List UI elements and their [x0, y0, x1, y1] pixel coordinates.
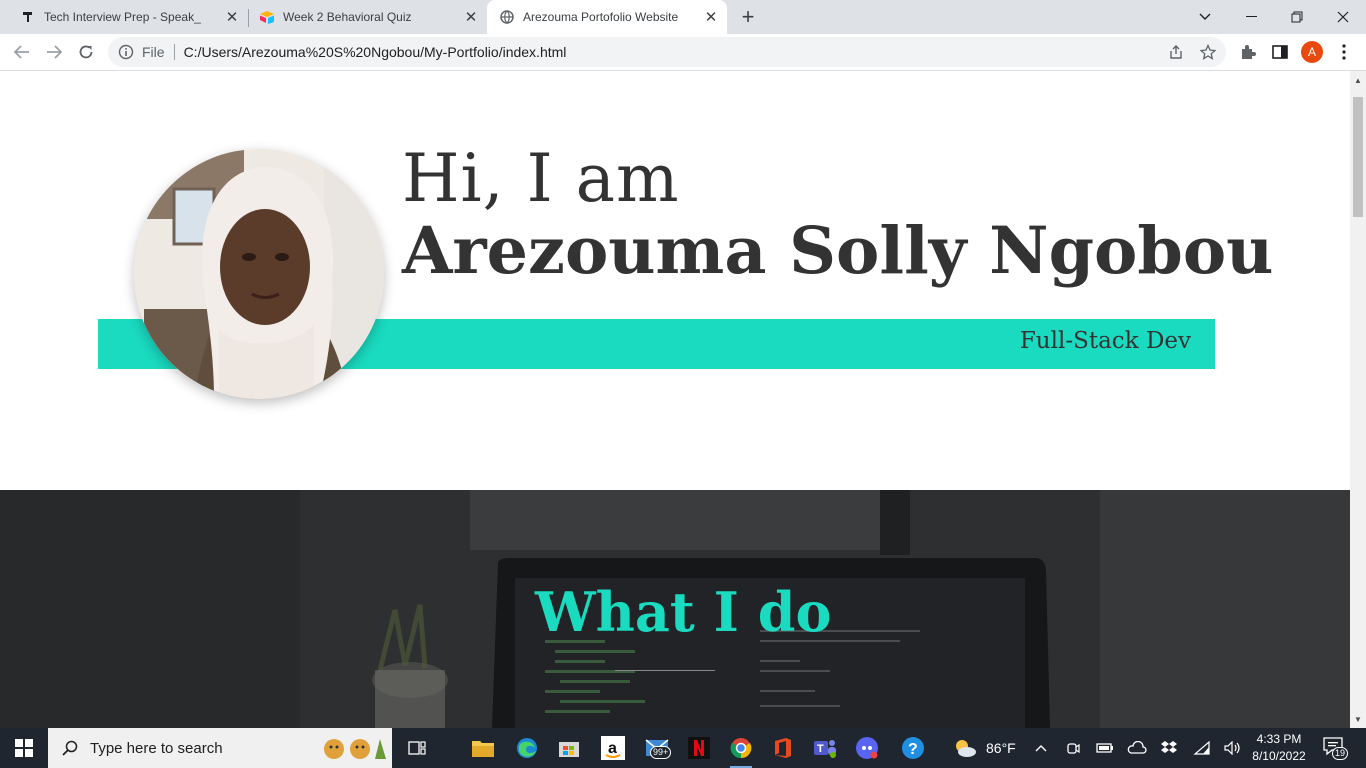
meet-now-icon[interactable]: [1063, 738, 1083, 758]
section-divider: [615, 670, 715, 671]
page-viewport: Full-Stack Dev Hi, I am Arezouma Solly N…: [0, 71, 1350, 728]
tab-title: Tech Interview Prep - Speak_: [44, 10, 201, 24]
chrome-icon[interactable]: [726, 734, 756, 768]
forward-button[interactable]: [40, 38, 68, 66]
edge-icon[interactable]: [512, 734, 542, 762]
scroll-up-arrow[interactable]: ▲: [1350, 73, 1366, 87]
search-icon: [62, 740, 78, 756]
share-icon[interactable]: [1167, 43, 1185, 61]
notification-center-icon[interactable]: 19: [1322, 736, 1349, 760]
hammer-icon: [20, 9, 36, 25]
scroll-down-arrow[interactable]: ▼: [1350, 712, 1366, 726]
notification-count-badge: 19: [1332, 747, 1349, 760]
search-highlight-icon[interactable]: [320, 734, 388, 762]
dropbox-icon[interactable]: [1159, 738, 1179, 758]
profile-avatar[interactable]: A: [1301, 41, 1323, 63]
weather-widget[interactable]: 86°F: [952, 728, 1016, 768]
page-scrollbar[interactable]: ▲ ▼: [1350, 71, 1366, 728]
microsoft-store-icon[interactable]: [554, 734, 584, 762]
office-icon[interactable]: [768, 734, 798, 762]
tab-tech-interview-prep[interactable]: Tech Interview Prep - Speak_ ✕: [0, 0, 248, 34]
partly-cloudy-icon: [952, 738, 978, 758]
tab-title: Week 2 Behavioral Quiz: [283, 10, 412, 24]
netflix-icon[interactable]: [684, 734, 714, 762]
windows-logo-icon: [15, 739, 33, 757]
close-tab-icon[interactable]: ✕: [222, 7, 242, 27]
scroll-thumb[interactable]: [1353, 97, 1363, 217]
menu-kebab-icon[interactable]: [1333, 41, 1355, 63]
search-placeholder: Type here to search: [90, 739, 223, 757]
wifi-icon[interactable]: [1192, 738, 1212, 758]
back-button[interactable]: [8, 38, 36, 66]
svg-text:T: T: [817, 743, 824, 755]
taskbar-search-box[interactable]: Type here to search: [48, 728, 392, 768]
minimize-button[interactable]: [1228, 0, 1274, 34]
tab-search-button[interactable]: [1182, 0, 1228, 34]
svg-text:?: ?: [908, 741, 918, 758]
browser-toolbar: File C:/Users/Arezouma%20S%20Ngobou/My-P…: [0, 34, 1366, 71]
side-panel-icon[interactable]: [1269, 41, 1291, 63]
section-title: What I do: [535, 580, 832, 644]
role-text: Full-Stack Dev: [1019, 328, 1191, 354]
divider: [173, 44, 175, 60]
address-bar[interactable]: File C:/Users/Arezouma%20S%20Ngobou/My-P…: [108, 37, 1226, 67]
extensions-icon[interactable]: [1237, 41, 1259, 63]
mail-icon[interactable]: 99+: [642, 734, 672, 762]
url-text[interactable]: C:/Users/Arezouma%20S%20Ngobou/My-Portfo…: [184, 44, 567, 60]
clock-time: 4:33 PM: [1256, 732, 1302, 746]
file-explorer-icon[interactable]: [468, 734, 498, 762]
airtable-icon: [259, 9, 275, 25]
profile-photo: [134, 149, 384, 399]
globe-icon: [499, 9, 515, 25]
reload-button[interactable]: [72, 38, 100, 66]
clock-date: 8/10/2022: [1252, 749, 1306, 763]
tab-week2-quiz[interactable]: Week 2 Behavioral Quiz ✕: [249, 0, 487, 34]
mail-badge: 99+: [650, 746, 672, 759]
onedrive-icon[interactable]: [1127, 738, 1147, 758]
bookmark-star-icon[interactable]: [1199, 43, 1217, 61]
svg-text:a: a: [608, 740, 617, 757]
tab-strip: Tech Interview Prep - Speak_ ✕ Week 2 Be…: [0, 0, 1366, 34]
greeting-heading: Hi, I am: [402, 140, 680, 217]
task-view-icon[interactable]: [402, 734, 432, 762]
volume-icon[interactable]: [1223, 738, 1243, 758]
amazon-icon[interactable]: a: [598, 734, 628, 762]
weather-temperature: 86°F: [986, 740, 1016, 756]
new-tab-button[interactable]: +: [736, 4, 760, 29]
name-heading: Arezouma Solly Ngobou: [402, 213, 1274, 289]
show-hidden-icons-chevron-up-icon[interactable]: [1031, 738, 1051, 758]
help-icon[interactable]: ?: [898, 734, 928, 762]
close-tab-icon[interactable]: ✕: [461, 7, 481, 27]
info-icon[interactable]: [118, 44, 134, 60]
close-window-button[interactable]: [1320, 0, 1366, 34]
what-i-do-section: What I do: [0, 490, 1350, 728]
clock[interactable]: 4:33 PM 8/10/2022: [1248, 731, 1310, 765]
teams-icon[interactable]: T: [810, 734, 840, 762]
tab-title: Arezouma Portofolio Website: [523, 10, 679, 24]
discord-icon[interactable]: [852, 734, 882, 762]
close-tab-icon[interactable]: ✕: [701, 7, 721, 27]
windows-taskbar: Type here to search a 99+ T ? 86°F 4:33 …: [0, 728, 1366, 768]
scheme-label: File: [142, 44, 165, 60]
restore-button[interactable]: [1274, 0, 1320, 34]
battery-icon[interactable]: [1095, 738, 1115, 758]
tab-portfolio[interactable]: Arezouma Portofolio Website ✕: [487, 0, 727, 34]
start-button[interactable]: [0, 728, 48, 768]
